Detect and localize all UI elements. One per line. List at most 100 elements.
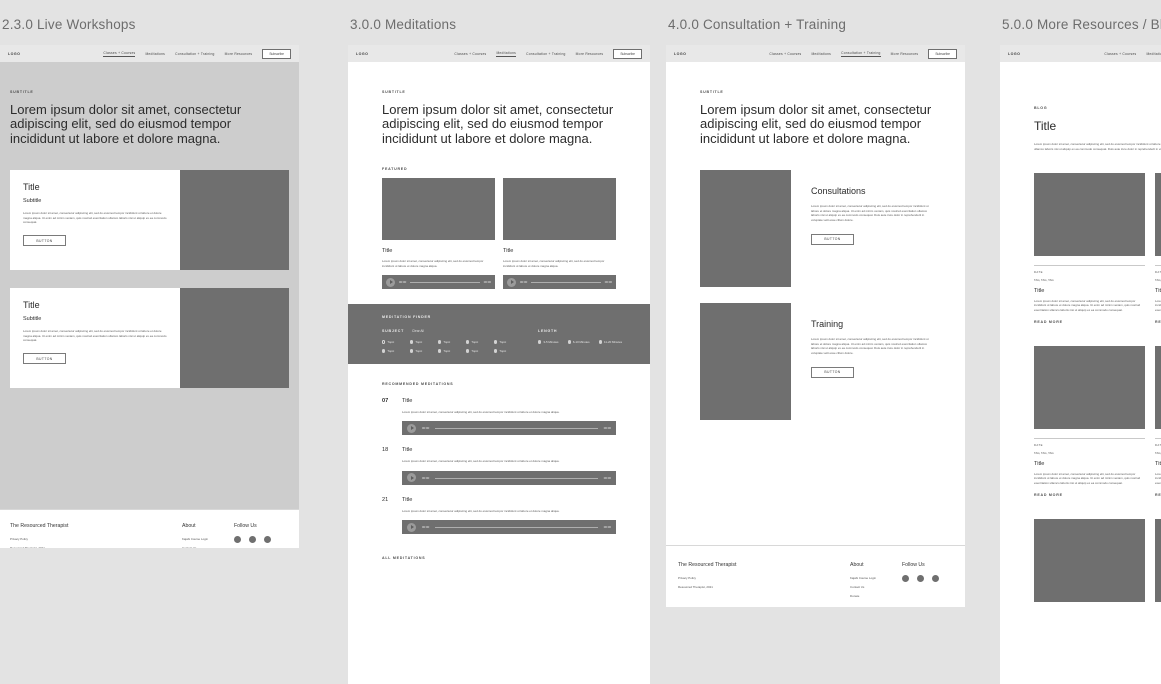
audio-progress-bar[interactable]	[435, 477, 598, 479]
nav-link-consultation-training[interactable]: Consultation + Training	[526, 52, 566, 56]
topic-checkbox-item[interactable]: Topic	[494, 349, 516, 353]
blog-card[interactable]: DATE TAG, TAG, TAG Title Lorem ipsum dol…	[1034, 346, 1145, 497]
card-button[interactable]: BUTTON	[23, 353, 66, 364]
nav-link-consultation-training[interactable]: Consultation + Training	[175, 52, 215, 56]
footer-link-privacy[interactable]: Privacy Policy	[678, 576, 850, 580]
checkbox-icon[interactable]	[382, 340, 386, 344]
nav-link-meditations[interactable]: Meditations	[811, 52, 831, 56]
read-more-link[interactable]: READ MORE	[1155, 493, 1161, 497]
all-meditations-label[interactable]: ALL MEDITATIONS	[382, 556, 616, 560]
checkbox-icon[interactable]	[466, 340, 470, 344]
blog-card[interactable]	[1034, 519, 1145, 602]
play-icon[interactable]	[407, 423, 416, 433]
footer-link-kajabi-login[interactable]: Kajabi Course Login	[850, 576, 902, 580]
footer-link-kajabi-login[interactable]: Kajabi Course Login	[182, 537, 234, 541]
read-more-link[interactable]: READ MORE	[1155, 320, 1161, 324]
nav-link-meditations[interactable]: Meditations	[1146, 52, 1161, 56]
nav-link-consultation-training[interactable]: Consultation + Training	[841, 51, 881, 57]
checkbox-icon[interactable]	[382, 349, 386, 353]
workshop-card[interactable]: Title Subtitle Lorem ipsum dolor sit ame…	[10, 170, 289, 271]
checkbox-icon[interactable]	[438, 349, 442, 353]
logo[interactable]: LOGO	[674, 52, 686, 56]
audio-player[interactable]: 00:00 00:00	[402, 470, 616, 485]
nav-link-more-resources[interactable]: More Resources	[891, 52, 919, 56]
blog-card[interactable]: DATE TAG, TAG, TAG Title Lorem ipsum dol…	[1155, 173, 1161, 324]
topic-checkbox-item[interactable]: Topic	[438, 340, 460, 344]
logo[interactable]: LOGO	[8, 52, 20, 56]
meditation-list-item[interactable]: 07 Title Lorem ipsum dolor sit amet, con…	[382, 398, 616, 436]
length-checkbox-item[interactable]: 6-10 Minutes	[567, 340, 590, 344]
nav-link-more-resources[interactable]: More Resources	[576, 52, 604, 56]
footer-link-contact-us[interactable]: Contact Us	[182, 546, 234, 548]
topic-checkbox-item[interactable]: Topic	[466, 349, 488, 353]
audio-progress-bar[interactable]	[435, 526, 598, 528]
subscribe-button[interactable]: Subscribe	[928, 48, 957, 59]
audio-time-start: 00:00	[422, 475, 430, 480]
social-icon[interactable]	[264, 536, 271, 543]
blog-card[interactable]	[1155, 519, 1161, 602]
checkbox-icon[interactable]	[598, 340, 602, 344]
nav-link-classes-courses[interactable]: Classes + Courses	[454, 52, 486, 56]
nav-link-meditations[interactable]: Meditations	[496, 51, 517, 57]
topic-checkbox-item[interactable]: Topic	[438, 349, 460, 353]
card-button[interactable]: BUTTON	[23, 235, 66, 246]
topic-checkbox-item[interactable]: Topic	[410, 340, 432, 344]
featured-card[interactable]: Title Lorem ipsum dolor sit amet, consec…	[503, 178, 616, 290]
meditation-list-item[interactable]: 18 Title Lorem ipsum dolor sit amet, con…	[382, 447, 616, 485]
read-more-link[interactable]: READ MORE	[1034, 493, 1145, 497]
nav-link-meditations[interactable]: Meditations	[145, 52, 165, 56]
audio-player[interactable]: 00:00 00:00	[402, 520, 616, 535]
play-icon[interactable]	[386, 277, 395, 287]
play-icon[interactable]	[407, 522, 416, 532]
topic-checkbox-item[interactable]: Topic	[382, 340, 404, 344]
play-icon[interactable]	[507, 277, 516, 287]
length-checkbox-item[interactable]: 11-20 Minutes	[598, 340, 622, 344]
social-icon[interactable]	[234, 536, 241, 543]
checkbox-icon[interactable]	[410, 349, 414, 353]
checkbox-icon[interactable]	[466, 349, 470, 353]
logo[interactable]: LOGO	[1008, 52, 1020, 56]
topic-checkbox-item[interactable]: Topic	[410, 349, 432, 353]
audio-progress-bar[interactable]	[435, 428, 598, 429]
topic-checkbox-item[interactable]: Topic	[466, 340, 488, 344]
checkbox-icon[interactable]	[494, 349, 498, 353]
featured-card[interactable]: Title Lorem ipsum dolor sit amet, consec…	[382, 178, 495, 290]
checkbox-icon[interactable]	[567, 340, 571, 344]
nav-link-classes-courses[interactable]: Classes + Courses	[1104, 52, 1136, 56]
blog-card[interactable]: DATE TAG, TAG, TAG Title Lorem ipsum dol…	[1034, 173, 1145, 324]
read-more-link[interactable]: READ MORE	[1034, 320, 1145, 324]
social-icon[interactable]	[917, 575, 924, 582]
workshop-card[interactable]: Title Subtitle Lorem ipsum dolor sit ame…	[10, 288, 289, 389]
subscribe-button[interactable]: Subscribe	[262, 48, 291, 59]
meditation-list-item[interactable]: 21 Title Lorem ipsum dolor sit amet, con…	[382, 497, 616, 535]
footer-link-contact-us[interactable]: Contact Us	[850, 585, 902, 589]
audio-player[interactable]: 00:00 00:00	[382, 275, 495, 290]
audio-progress-bar[interactable]	[410, 281, 480, 283]
length-checkbox-item[interactable]: 3-5 Minutes	[538, 340, 559, 344]
section-button[interactable]: BUTTON	[811, 366, 854, 378]
section-button[interactable]: BUTTON	[811, 233, 854, 245]
blog-card[interactable]: DATE TAG, TAG, TAG Title Lorem ipsum dol…	[1155, 346, 1161, 497]
nav-link-classes-courses[interactable]: Classes + Courses	[769, 52, 801, 56]
social-icon[interactable]	[249, 536, 256, 543]
topic-checkbox-item[interactable]: Topic	[494, 340, 516, 344]
checkbox-icon[interactable]	[538, 340, 542, 344]
nav-link-classes-courses[interactable]: Classes + Courses	[103, 51, 136, 57]
clear-all-button[interactable]: Clear All	[412, 329, 424, 333]
subject-topic-list: Topic Topic Topic Topic Topic Topic Topi…	[382, 340, 522, 353]
logo[interactable]: LOGO	[356, 52, 368, 56]
nav-link-more-resources[interactable]: More Resources	[225, 52, 253, 56]
checkbox-icon[interactable]	[410, 340, 414, 344]
footer-link-privacy[interactable]: Privacy Policy	[10, 537, 182, 541]
social-icon[interactable]	[902, 575, 909, 582]
footer-link-donate[interactable]: Donate	[850, 594, 902, 598]
audio-player[interactable]: 00:00 00:00	[503, 275, 616, 290]
play-icon[interactable]	[407, 473, 416, 483]
topic-checkbox-item[interactable]: Topic	[382, 349, 404, 353]
social-icon[interactable]	[932, 575, 939, 582]
subscribe-button[interactable]: Subscribe	[613, 48, 642, 59]
checkbox-icon[interactable]	[494, 340, 498, 344]
audio-player[interactable]: 00:00 00:00	[402, 421, 616, 436]
audio-progress-bar[interactable]	[531, 281, 601, 283]
checkbox-icon[interactable]	[438, 340, 442, 344]
